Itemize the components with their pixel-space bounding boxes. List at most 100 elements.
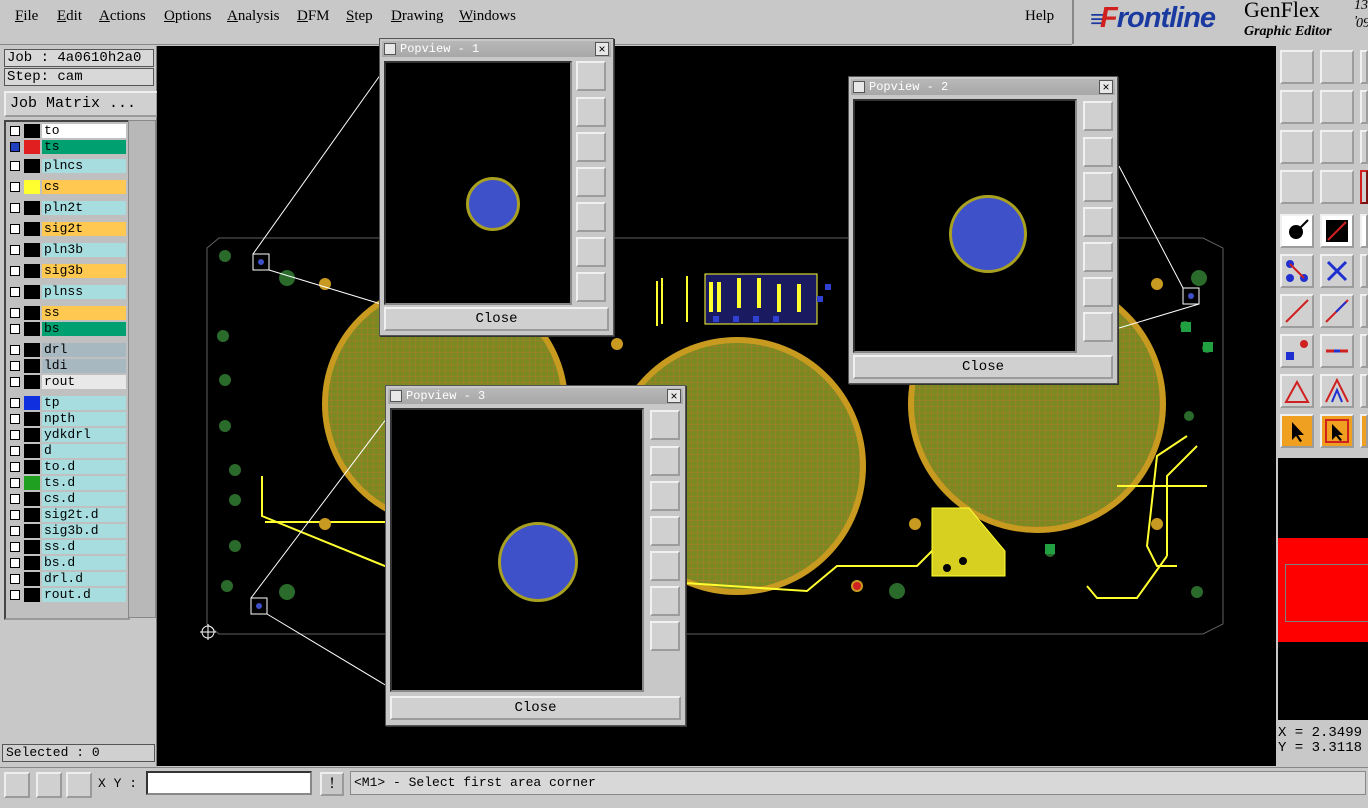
popview-1-close-button[interactable]: Close — [384, 307, 609, 331]
layer-name[interactable]: bs.d — [42, 556, 126, 570]
layer-checkbox[interactable] — [10, 142, 20, 152]
layer-color-swatch[interactable] — [24, 375, 40, 389]
line-edit-icon[interactable] — [1320, 294, 1354, 328]
layer-row-ldi[interactable]: ldi — [8, 359, 126, 373]
pan-left-icon[interactable] — [576, 167, 606, 197]
layer-checkbox[interactable] — [10, 542, 20, 552]
job-matrix-button[interactable]: Job Matrix ... — [4, 91, 158, 117]
layer-row-plncs[interactable]: plncs — [8, 159, 126, 173]
layer-checkbox[interactable] — [10, 462, 20, 472]
popview-3-viewport[interactable] — [390, 408, 644, 692]
layer-row-sig2t[interactable]: sig2t — [8, 222, 126, 236]
toolbar-button-partial[interactable] — [1360, 254, 1368, 288]
zoom-out-icon[interactable] — [650, 621, 680, 651]
toolbar-button-partial[interactable] — [1360, 170, 1368, 204]
layer-checkbox[interactable] — [10, 558, 20, 568]
popview-window-2[interactable]: Popview - 2 × Close — [848, 76, 1118, 384]
zoom-in-icon[interactable] — [576, 237, 606, 267]
delete-icon[interactable] — [1320, 254, 1354, 288]
overview-preview[interactable] — [1278, 458, 1368, 720]
layer-name[interactable]: drl.d — [42, 572, 126, 586]
layer-checkbox[interactable] — [10, 161, 20, 171]
layer-row-ydkdrl[interactable]: ydkdrl — [8, 428, 126, 442]
layer-checkbox[interactable] — [10, 510, 20, 520]
popview-window-1[interactable]: Popview - 1 × Close — [379, 38, 614, 336]
layer-row-cs[interactable]: cs — [8, 180, 126, 194]
toolbar-button-partial[interactable] — [1360, 50, 1368, 84]
layer-checkbox[interactable] — [10, 361, 20, 371]
layer-checkbox[interactable] — [10, 224, 20, 234]
settings-icon[interactable] — [1280, 170, 1314, 204]
layer-checkbox[interactable] — [10, 182, 20, 192]
layer-row-plnss[interactable]: plnss — [8, 285, 126, 299]
layer-checkbox[interactable] — [10, 494, 20, 504]
layer-row-bs[interactable]: bs — [8, 322, 126, 336]
layer-name[interactable]: ts — [42, 140, 126, 154]
xy-input[interactable] — [146, 771, 312, 795]
layer-color-swatch[interactable] — [24, 359, 40, 373]
layer-checkbox[interactable] — [10, 245, 20, 255]
pan-down-icon[interactable] — [650, 481, 680, 511]
layer-color-swatch[interactable] — [24, 428, 40, 442]
layer-color-swatch[interactable] — [24, 343, 40, 357]
layer-name[interactable]: pln2t — [42, 201, 126, 215]
menu-drawing[interactable]: Drawing — [391, 8, 444, 25]
menu-edit[interactable]: Edit — [57, 8, 82, 25]
layer-row-drl[interactable]: drl — [8, 343, 126, 357]
close-icon[interactable]: × — [1099, 80, 1113, 94]
zoom-in-icon[interactable] — [650, 586, 680, 616]
layer-row-ts-d[interactable]: ts.d — [8, 476, 126, 490]
close-icon[interactable]: × — [667, 389, 681, 403]
popview-window-3[interactable]: Popview - 3 × Close — [385, 385, 686, 726]
layer-color-swatch[interactable] — [24, 180, 40, 194]
pan-down-icon[interactable] — [576, 132, 606, 162]
layer-name[interactable]: ldi — [42, 359, 126, 373]
grid-snap-icon[interactable] — [66, 772, 92, 798]
layer-name[interactable]: cs.d — [42, 492, 126, 506]
layer-row-pln3b[interactable]: pln3b — [8, 243, 126, 257]
zoom-home-icon[interactable] — [1280, 50, 1314, 84]
layer-row-drl-d[interactable]: drl.d — [8, 572, 126, 586]
connect-icon[interactable] — [1280, 254, 1314, 288]
layer-name[interactable]: cs — [42, 180, 126, 194]
layer-color-swatch[interactable] — [24, 159, 40, 173]
layer-name[interactable]: d — [42, 444, 126, 458]
layer-checkbox[interactable] — [10, 345, 20, 355]
layer-row-to-d[interactable]: to.d — [8, 460, 126, 474]
layer-color-swatch[interactable] — [24, 492, 40, 506]
layer-row-rout-d[interactable]: rout.d — [8, 588, 126, 602]
layer-name[interactable]: rout — [42, 375, 126, 389]
layer-row-sig3b-d[interactable]: sig3b.d — [8, 524, 126, 538]
layer-color-swatch[interactable] — [24, 306, 40, 320]
toolbar-button-partial[interactable] — [1360, 130, 1368, 164]
pan-left-icon[interactable] — [1280, 90, 1314, 124]
horizontal-line-icon[interactable] — [1320, 334, 1354, 368]
window-menu-icon[interactable] — [384, 43, 396, 55]
pan-up-icon[interactable] — [650, 446, 680, 476]
layer-color-swatch[interactable] — [24, 222, 40, 236]
layer-color-swatch[interactable] — [24, 444, 40, 458]
layer-name[interactable]: rout.d — [42, 588, 126, 602]
layer-color-swatch[interactable] — [24, 285, 40, 299]
layer-checkbox[interactable] — [10, 430, 20, 440]
line-draw-icon[interactable] — [1320, 214, 1354, 248]
menu-analysis[interactable]: Analysis — [227, 8, 280, 25]
pan-right-icon[interactable] — [576, 202, 606, 232]
select-box-icon[interactable] — [1320, 414, 1354, 448]
window-menu-icon[interactable] — [853, 81, 865, 93]
layer-row-to[interactable]: to — [8, 124, 126, 138]
toolbar-button-partial[interactable] — [1360, 294, 1368, 328]
layer-name[interactable]: sig2t — [42, 222, 126, 236]
pan-up-icon[interactable] — [576, 97, 606, 127]
layer-checkbox[interactable] — [10, 574, 20, 584]
popview-3-titlebar[interactable]: Popview - 3 × — [388, 388, 683, 404]
layer-row-ts[interactable]: ts — [8, 140, 126, 154]
layer-row-sig3b[interactable]: sig3b — [8, 264, 126, 278]
zoom-fit-icon[interactable] — [1083, 101, 1113, 131]
layer-row-d[interactable]: d — [8, 444, 126, 458]
layer-checkbox[interactable] — [10, 398, 20, 408]
layer-checkbox[interactable] — [10, 526, 20, 536]
layer-name[interactable]: ss — [42, 306, 126, 320]
layer-color-swatch[interactable] — [24, 396, 40, 410]
measure-icon[interactable] — [36, 772, 62, 798]
